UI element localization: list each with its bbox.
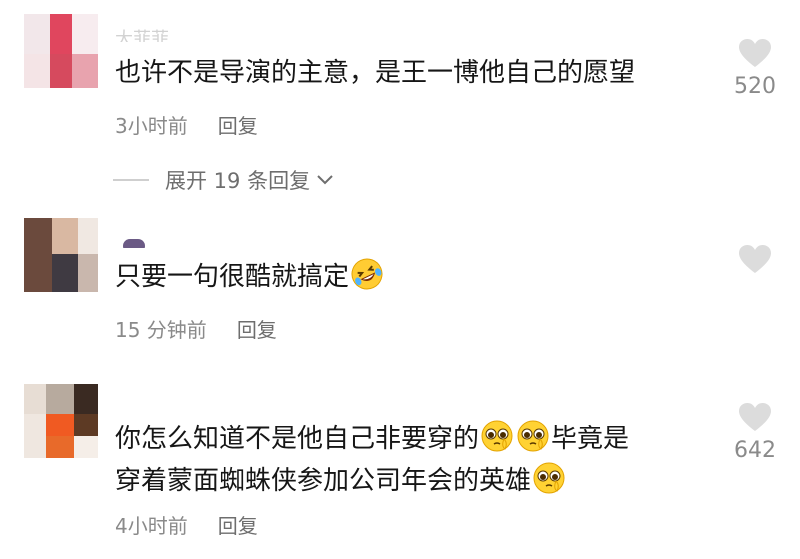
like-count: 642 <box>734 438 776 463</box>
username[interactable]: 大菲菲 <box>115 26 169 42</box>
reply-button[interactable]: 回复 <box>237 318 277 342</box>
like-button[interactable]: 520 <box>730 38 780 99</box>
expand-replies-button[interactable]: 展开 19 条回复 <box>113 165 334 195</box>
avatar[interactable] <box>24 384 98 458</box>
pleading-face-emoji-icon <box>533 462 565 494</box>
heart-icon <box>739 39 771 67</box>
chevron-down-icon <box>317 175 333 185</box>
reply-button[interactable]: 回复 <box>218 514 258 538</box>
timestamp: 4小时前 <box>115 514 188 538</box>
avatar[interactable] <box>24 14 98 88</box>
comment-meta: 3小时前 回复 <box>115 110 258 139</box>
heart-icon <box>739 245 771 273</box>
comment-text: 你怎么知道不是他自己非要穿的 毕竟是 穿着蒙面蜘蛛侠参加公司年会的英雄 <box>115 418 629 502</box>
avatar[interactable] <box>24 218 98 292</box>
pleading-face-emoji-icon <box>481 420 513 452</box>
heart-icon <box>739 403 771 431</box>
username[interactable] <box>115 232 145 248</box>
comment-meta: 15 分钟前 回复 <box>115 314 277 343</box>
badge-icon <box>123 239 145 248</box>
timestamp: 15 分钟前 <box>115 318 207 342</box>
expand-replies-label: 展开 19 条回复 <box>165 169 311 193</box>
comment-meta: 4小时前 回复 <box>115 510 258 539</box>
reply-button[interactable]: 回复 <box>218 114 258 138</box>
pleading-face-emoji-icon <box>517 420 549 452</box>
comment-text: 只要一句很酷就搞定 <box>115 256 385 298</box>
comment-text: 也许不是导演的主意，是王一博他自己的愿望 <box>115 58 636 88</box>
like-count: 520 <box>734 74 776 99</box>
like-button[interactable] <box>730 244 780 280</box>
like-button[interactable]: 642 <box>730 402 780 463</box>
timestamp: 3小时前 <box>115 114 188 138</box>
rolling-laughing-emoji-icon <box>351 258 383 290</box>
divider-line <box>113 179 149 181</box>
